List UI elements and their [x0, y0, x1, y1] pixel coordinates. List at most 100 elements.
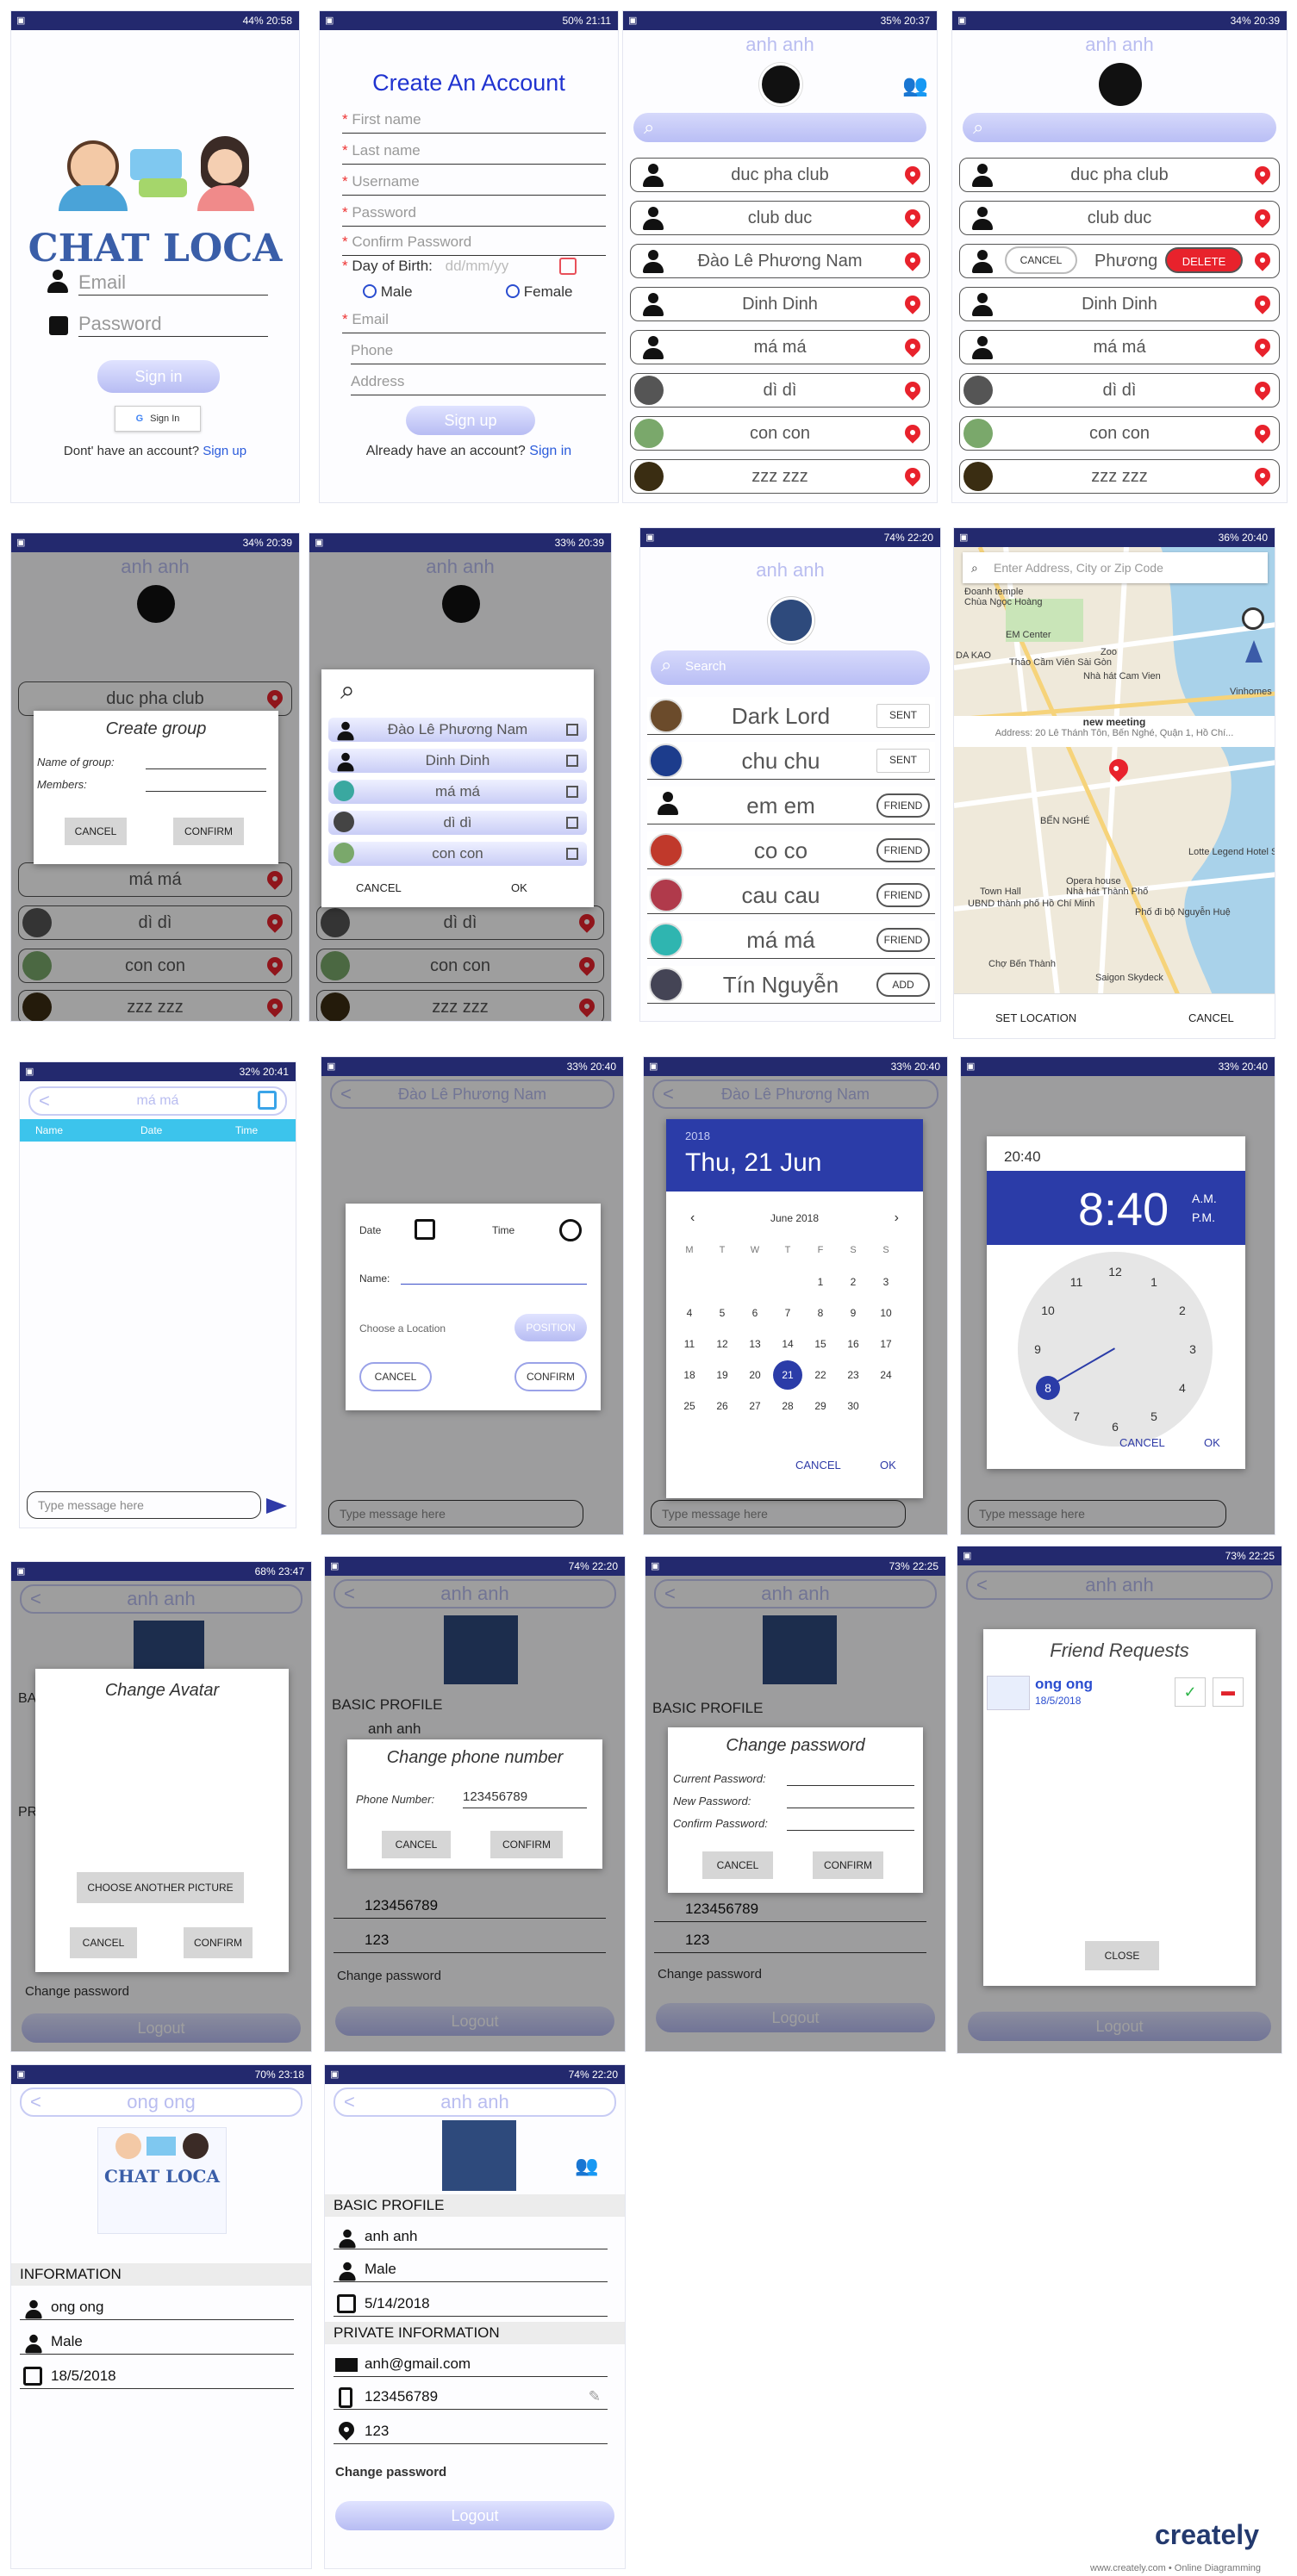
address-field[interactable]: Address	[351, 373, 606, 395]
friend-action-button[interactable]: FRIEND	[876, 793, 930, 818]
calendar-day[interactable]: 1	[806, 1267, 835, 1297]
location-pin-icon[interactable]	[1251, 335, 1274, 358]
cancel-button[interactable]: CANCEL	[359, 1362, 432, 1391]
calendar-day[interactable]: 10	[871, 1298, 901, 1328]
member-checkbox[interactable]	[566, 848, 578, 860]
list-item[interactable]: con con	[959, 416, 1280, 451]
member-checkbox[interactable]	[566, 724, 578, 736]
next-month-icon[interactable]: ›	[895, 1210, 899, 1226]
ok-button[interactable]: OK	[880, 1459, 896, 1472]
calendar-day[interactable]: 3	[871, 1267, 901, 1297]
avatar[interactable]	[768, 597, 814, 644]
calendar-day[interactable]: 11	[675, 1329, 704, 1359]
clock-number[interactable]: 10	[1036, 1298, 1060, 1322]
list-item[interactable]: zzz zzz	[630, 459, 930, 494]
dob-line[interactable]: 5/14/2018	[334, 2291, 608, 2317]
friend-row[interactable]: em em FRIEND	[647, 787, 935, 824]
ok-button[interactable]: OK	[511, 881, 527, 894]
member-row[interactable]: dì dì	[328, 811, 587, 835]
calendar-day[interactable]: 26	[708, 1391, 737, 1421]
add-friend-icon[interactable]: 👥	[902, 73, 928, 98]
avatar[interactable]	[442, 2120, 516, 2191]
calendar-day[interactable]: 21	[773, 1360, 802, 1390]
calendar-day[interactable]: 2	[839, 1267, 868, 1297]
email-field[interactable]: * Email	[342, 311, 606, 333]
search-input[interactable]: Search	[651, 650, 930, 685]
location-pin-icon[interactable]	[901, 464, 924, 487]
message-input[interactable]: Type message here	[27, 1491, 261, 1519]
send-icon[interactable]	[266, 1498, 287, 1514]
friend-action-button[interactable]: SENT	[876, 704, 930, 728]
calendar-day[interactable]: 28	[773, 1391, 802, 1421]
calendar-day[interactable]: 14	[773, 1329, 802, 1359]
cancel-button[interactable]: CANCEL	[1005, 246, 1077, 274]
member-row[interactable]: Đào Lê Phương Nam	[328, 718, 587, 742]
calendar-day[interactable]: 17	[871, 1329, 901, 1359]
cancel-button[interactable]: CANCEL	[702, 1851, 773, 1879]
member-row[interactable]: Dinh Dinh	[328, 749, 587, 773]
calendar-day[interactable]: 29	[806, 1391, 835, 1421]
confirm-button[interactable]: CONFIRM	[173, 818, 244, 845]
current-password-input[interactable]	[787, 1769, 914, 1786]
delete-icon[interactable]: ▬	[1213, 1677, 1244, 1707]
avatar[interactable]	[759, 63, 802, 106]
sign-up-button[interactable]: Sign up	[406, 406, 535, 435]
am-toggle[interactable]: A.M.	[1192, 1192, 1217, 1205]
member-checkbox[interactable]	[566, 817, 578, 829]
calendar-icon[interactable]	[559, 258, 577, 275]
my-location-icon[interactable]	[1242, 607, 1264, 630]
username-field[interactable]: * Username	[342, 173, 606, 196]
location-pin-icon[interactable]	[901, 249, 924, 271]
name-line[interactable]: anh anh	[334, 2224, 608, 2249]
calendar-day[interactable]: 9	[839, 1298, 868, 1328]
clock-number[interactable]: 7	[1064, 1404, 1088, 1428]
list-item[interactable]: Đào Lê Phương Nam	[630, 244, 930, 278]
calendar-icon[interactable]	[415, 1219, 435, 1240]
gender-line[interactable]: Male	[334, 2256, 608, 2282]
friend-row[interactable]: Dark Lord SENT	[647, 697, 935, 735]
list-item[interactable]: duc pha club	[959, 158, 1280, 192]
calendar-day[interactable]: 23	[839, 1360, 868, 1390]
list-item[interactable]: club duc	[959, 201, 1280, 235]
confirm-password-input[interactable]	[787, 1814, 914, 1831]
calendar-day[interactable]: 22	[806, 1360, 835, 1390]
calendar-day[interactable]: 8	[806, 1298, 835, 1328]
password-field[interactable]: * Password	[342, 204, 606, 227]
sign-in-button[interactable]: Sign in	[97, 360, 220, 393]
logout-button[interactable]: Logout	[335, 2501, 614, 2530]
phone-field[interactable]: Phone	[351, 342, 606, 364]
list-item[interactable]: dì dì	[630, 373, 930, 408]
new-password-input[interactable]	[787, 1791, 914, 1808]
calendar-day[interactable]: 18	[675, 1360, 704, 1390]
clock-number[interactable]: 5	[1142, 1404, 1166, 1428]
list-item[interactable]: Dinh Dinh	[959, 287, 1280, 321]
friend-row[interactable]: má má FRIEND	[647, 921, 935, 959]
phone-number-input[interactable]: 123456789	[463, 1789, 587, 1808]
clock-number[interactable]: 4	[1170, 1376, 1194, 1400]
members-input[interactable]	[146, 775, 266, 792]
location-pin-icon[interactable]	[1251, 163, 1274, 185]
sign-in-link[interactable]: Sign in	[529, 444, 571, 458]
search-input[interactable]	[633, 113, 926, 142]
close-button[interactable]: CLOSE	[1085, 1941, 1159, 1970]
calendar-day[interactable]: 6	[740, 1298, 770, 1328]
location-pin-icon[interactable]	[901, 163, 924, 185]
time-big-label[interactable]: 8:40	[1078, 1183, 1169, 1236]
clock-number[interactable]: 3	[1181, 1337, 1205, 1361]
choose-picture-button[interactable]: CHOOSE ANOTHER PICTURE	[77, 1872, 244, 1903]
location-pin-icon[interactable]	[901, 292, 924, 314]
calendar-check-icon[interactable]	[258, 1091, 277, 1110]
member-row[interactable]: má má	[328, 780, 587, 804]
clock-number[interactable]: 12	[1103, 1260, 1127, 1284]
cancel-button[interactable]: CANCEL	[1188, 1011, 1234, 1024]
address-search-input[interactable]: ⌕ Enter Address, City or Zip Code	[963, 552, 1268, 583]
list-item[interactable]: club duc	[630, 201, 930, 235]
password-field[interactable]: Password	[78, 313, 268, 337]
friend-action-button[interactable]: FRIEND	[876, 928, 930, 952]
friend-action-button[interactable]: SENT	[876, 749, 930, 773]
list-item[interactable]: má má	[630, 330, 930, 364]
list-item[interactable]: Dinh Dinh	[630, 287, 930, 321]
list-item[interactable]: zzz zzz	[959, 459, 1280, 494]
calendar-day[interactable]: 4	[675, 1298, 704, 1328]
calendar-day[interactable]: 24	[871, 1360, 901, 1390]
